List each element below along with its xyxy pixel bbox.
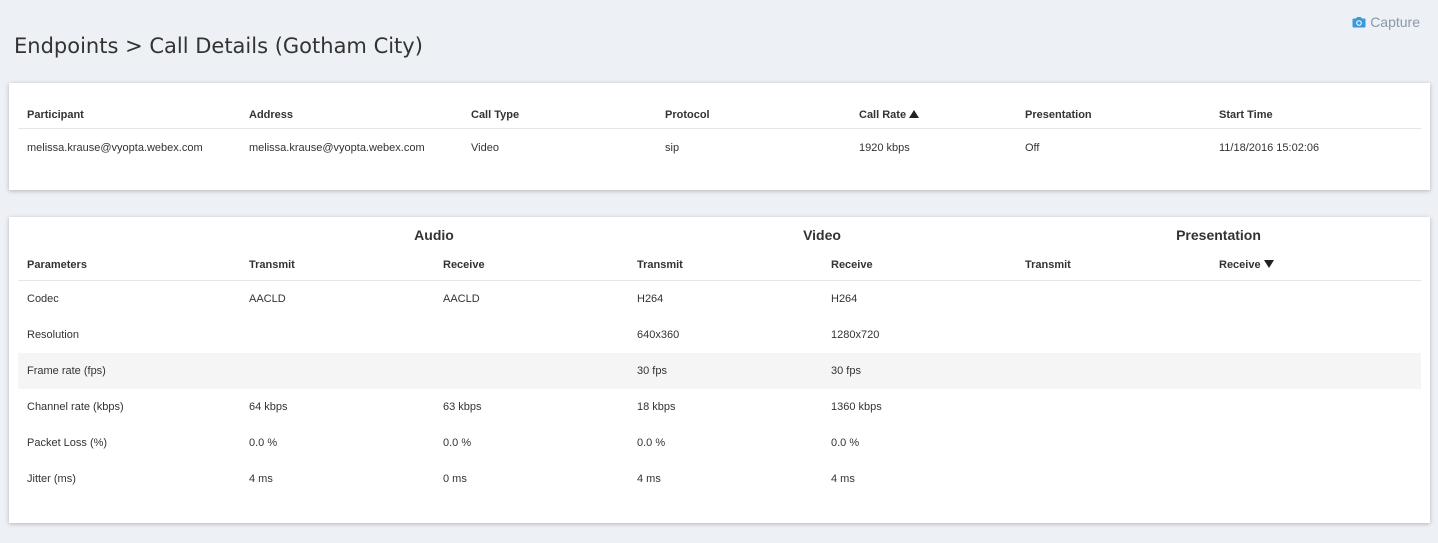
cell-call-type: Video — [471, 142, 499, 154]
cell-presentation-transmit — [1016, 281, 1210, 318]
group-header-row: Audio Video Presentation — [18, 221, 1421, 249]
camera-icon — [1352, 16, 1366, 28]
capture-label: Capture — [1370, 14, 1420, 30]
cell-parameter: Jitter (ms) — [27, 473, 76, 485]
column-header-presentation-transmit[interactable]: Transmit — [1016, 249, 1210, 281]
table-row: Jitter (ms) 4 ms 0 ms 4 ms 4 ms — [18, 461, 1421, 497]
cell-audio-receive — [434, 353, 628, 389]
call-summary-table: Participant Address Call Type Protocol C… — [18, 101, 1421, 167]
cell-presentation-receive — [1210, 353, 1421, 389]
cell-video-transmit: H264 — [637, 293, 664, 305]
group-header-presentation: Presentation — [1176, 227, 1261, 243]
page-title: Endpoints > Call Details (Gotham City) — [14, 34, 423, 58]
cell-protocol: sip — [665, 142, 680, 154]
capture-button[interactable]: Capture — [1352, 14, 1420, 30]
cell-start-time: 11/18/2016 15:02:06 — [1219, 142, 1320, 154]
cell-address: melissa.krause@vyopta.webex.com — [249, 142, 425, 154]
cell-audio-transmit: 0.0 % — [249, 437, 278, 449]
cell-video-transmit: 0.0 % — [637, 437, 666, 449]
table-row: Channel rate (kbps) 64 kbps 63 kbps 18 k… — [18, 389, 1421, 425]
column-header-video-transmit[interactable]: Transmit — [628, 249, 822, 281]
cell-video-transmit: 4 ms — [637, 473, 661, 485]
cell-audio-receive: 63 kbps — [443, 401, 482, 413]
column-header-presentation-receive[interactable]: Receive — [1210, 249, 1421, 281]
cell-video-transmit: 30 fps — [628, 353, 822, 389]
cell-presentation-transmit — [1016, 317, 1210, 353]
cell-video-receive: 1360 kbps — [831, 401, 882, 413]
column-header-protocol[interactable]: Protocol — [656, 101, 850, 129]
group-header-spacer — [18, 221, 240, 249]
cell-presentation-receive — [1210, 317, 1421, 353]
group-header-video: Video — [803, 227, 841, 243]
details-header-row: Parameters Transmit Receive Transmit Rec… — [18, 249, 1421, 281]
column-header-call-rate[interactable]: Call Rate — [850, 101, 1016, 129]
column-header-audio-transmit[interactable]: Transmit — [240, 249, 434, 281]
cell-parameter: Resolution — [27, 329, 79, 341]
cell-parameter: Codec — [27, 293, 59, 305]
cell-presentation-receive — [1210, 389, 1421, 425]
cell-video-receive: 0.0 % — [831, 437, 860, 449]
summary-header-row: Participant Address Call Type Protocol C… — [18, 101, 1421, 129]
cell-audio-receive: 0 ms — [443, 473, 467, 485]
cell-video-receive: 30 fps — [822, 353, 1016, 389]
cell-audio-transmit: 64 kbps — [249, 401, 288, 413]
cell-audio-transmit — [240, 353, 434, 389]
column-header-presentation[interactable]: Presentation — [1016, 101, 1210, 129]
cell-parameter: Frame rate (fps) — [18, 353, 240, 389]
column-header-call-rate-label: Call Rate — [859, 108, 907, 121]
cell-video-receive: H264 — [831, 293, 858, 305]
column-header-address[interactable]: Address — [240, 101, 462, 129]
cell-audio-transmit — [240, 317, 434, 353]
cell-parameter: Channel rate (kbps) — [27, 401, 124, 413]
column-header-audio-receive[interactable]: Receive — [434, 249, 628, 281]
cell-presentation-receive — [1210, 425, 1421, 461]
table-row: Codec AACLD AACLD H264 H264 — [18, 281, 1421, 318]
cell-presentation-receive — [1210, 281, 1421, 318]
sort-ascending-icon — [909, 109, 920, 118]
cell-participant: melissa.krause@vyopta.webex.com — [27, 142, 203, 154]
column-header-participant[interactable]: Participant — [18, 101, 240, 129]
cell-presentation-transmit — [1016, 425, 1210, 461]
cell-video-transmit: 640x360 — [637, 329, 680, 341]
cell-parameter: Packet Loss (%) — [27, 437, 108, 449]
column-header-presentation-receive-label: Receive — [1219, 258, 1261, 271]
call-summary-card: Participant Address Call Type Protocol C… — [9, 83, 1430, 190]
cell-audio-transmit: 4 ms — [249, 473, 273, 485]
cell-audio-receive: 0.0 % — [443, 437, 472, 449]
cell-audio-receive: AACLD — [443, 293, 480, 305]
cell-presentation-transmit — [1016, 353, 1210, 389]
cell-video-transmit: 18 kbps — [637, 401, 676, 413]
call-details-card: Audio Video Presentation Parameters Tran… — [9, 217, 1430, 523]
cell-audio-receive — [434, 317, 628, 353]
cell-presentation-transmit — [1016, 389, 1210, 425]
cell-call-rate: 1920 kbps — [859, 142, 910, 154]
cell-video-receive: 4 ms — [831, 473, 855, 485]
cell-presentation-transmit — [1016, 461, 1210, 497]
sort-descending-icon — [1263, 259, 1274, 268]
table-row: melissa.krause@vyopta.webex.com melissa.… — [18, 129, 1421, 168]
cell-presentation-receive — [1210, 461, 1421, 497]
cell-video-receive: 1280x720 — [831, 329, 880, 341]
call-details-table: Audio Video Presentation Parameters Tran… — [18, 221, 1421, 497]
table-row: Frame rate (fps) 30 fps 30 fps — [18, 353, 1421, 389]
table-row: Resolution 640x360 1280x720 — [18, 317, 1421, 353]
column-header-parameters[interactable]: Parameters — [18, 249, 240, 281]
column-header-call-type[interactable]: Call Type — [462, 101, 656, 129]
table-row: Packet Loss (%) 0.0 % 0.0 % 0.0 % 0.0 % — [18, 425, 1421, 461]
cell-presentation: Off — [1025, 142, 1040, 154]
column-header-video-receive[interactable]: Receive — [822, 249, 1016, 281]
cell-audio-transmit: AACLD — [249, 293, 286, 305]
column-header-start-time[interactable]: Start Time — [1210, 101, 1421, 129]
group-header-audio: Audio — [414, 227, 454, 243]
